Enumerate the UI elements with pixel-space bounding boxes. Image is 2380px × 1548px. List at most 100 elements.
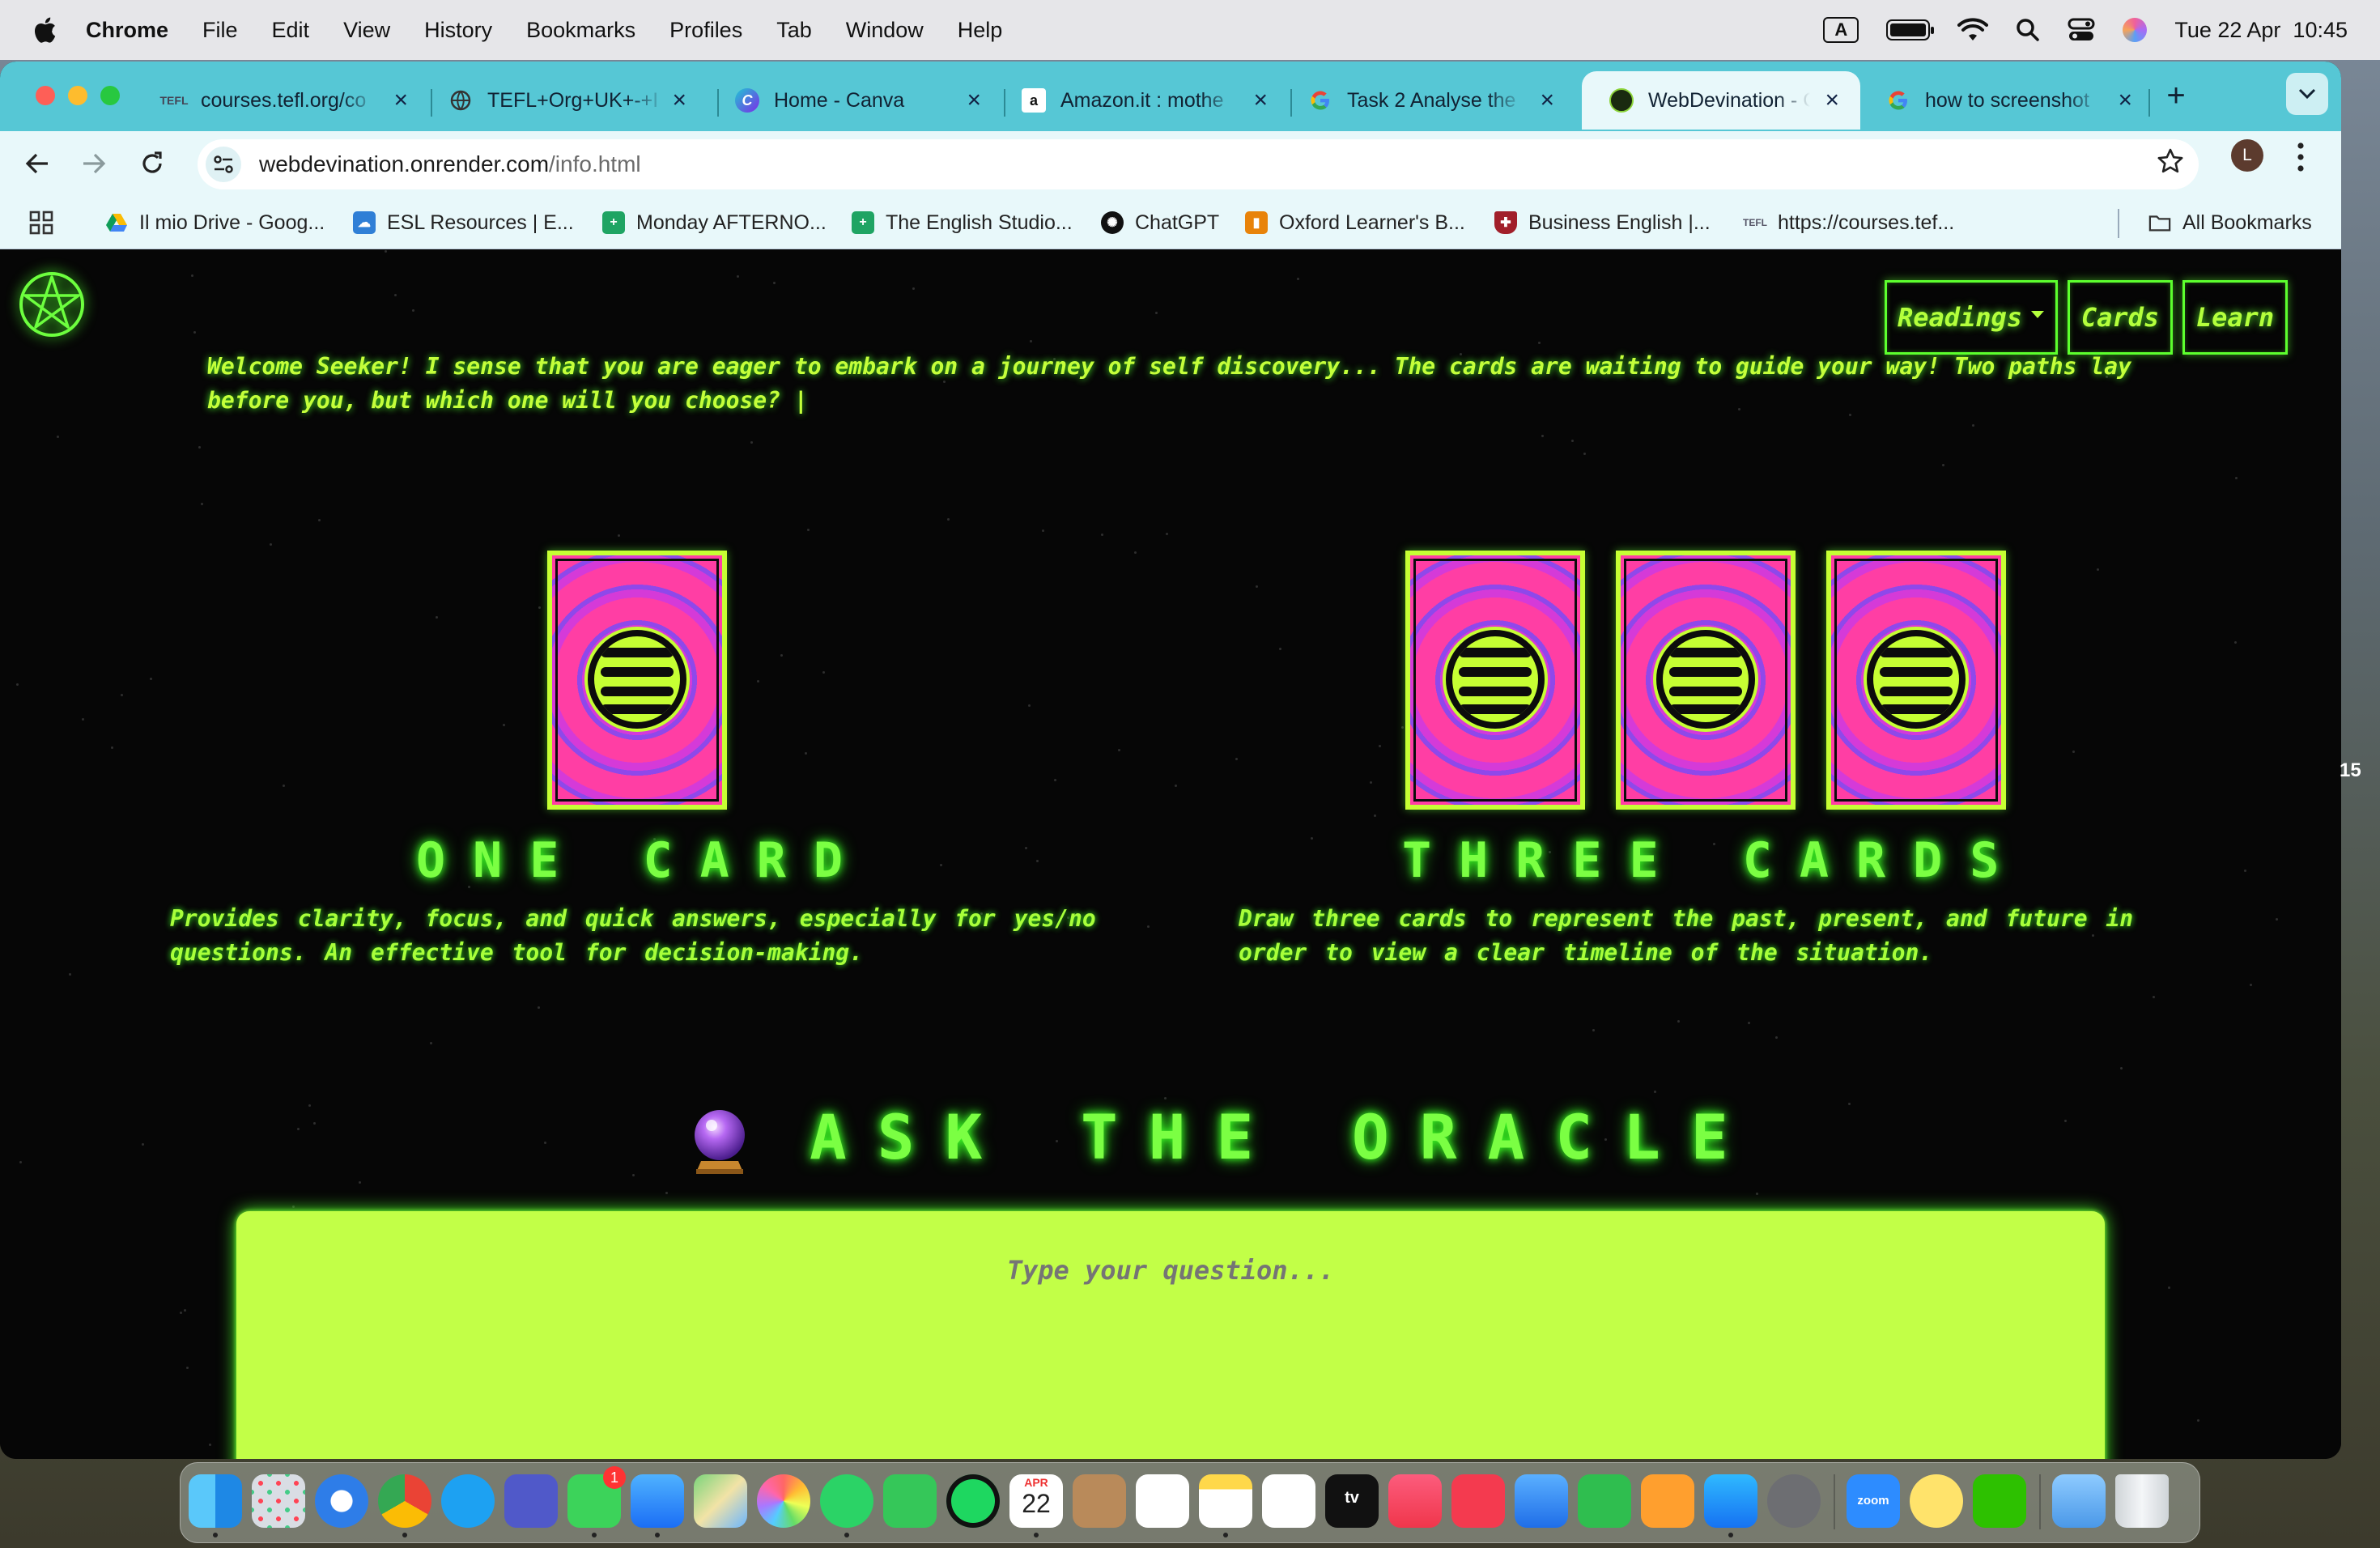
close-tab-icon[interactable]: × xyxy=(2118,87,2132,114)
safari-icon[interactable] xyxy=(315,1474,368,1528)
tab-canva[interactable]: C Home - Canva × xyxy=(708,71,1002,130)
tab-how-to-screenshot[interactable]: how to screenshot × xyxy=(1859,71,2153,130)
menu-window[interactable]: Window xyxy=(846,18,924,43)
bookmark-star-icon[interactable] xyxy=(2157,147,2184,175)
teams-icon[interactable] xyxy=(504,1474,558,1528)
freeform-icon[interactable] xyxy=(1262,1474,1315,1528)
bookmark-drive[interactable]: Il mio Drive - Goog... xyxy=(105,196,325,249)
close-tab-icon[interactable]: × xyxy=(967,87,981,114)
menu-app-name[interactable]: Chrome xyxy=(86,18,168,43)
mail-icon[interactable] xyxy=(631,1474,684,1528)
three-cards-image-present[interactable] xyxy=(1616,551,1796,810)
forward-button[interactable] xyxy=(71,141,117,186)
keynote-icon[interactable] xyxy=(1515,1474,1568,1528)
close-tab-icon[interactable]: × xyxy=(1825,87,1839,114)
menu-tab[interactable]: Tab xyxy=(776,18,812,43)
close-tab-icon[interactable]: × xyxy=(672,87,686,114)
zoom-window-button[interactable] xyxy=(100,86,120,105)
wechat-icon[interactable] xyxy=(1973,1474,2026,1528)
notes-icon[interactable] xyxy=(1199,1474,1252,1528)
menu-view[interactable]: View xyxy=(343,18,390,43)
close-tab-icon[interactable]: × xyxy=(393,87,408,114)
webdevination-icon xyxy=(1609,88,1634,113)
apps-grid-button[interactable] xyxy=(29,196,53,249)
wifi-icon[interactable] xyxy=(1957,18,1989,42)
star-dot xyxy=(503,724,505,726)
bookmark-english-studio[interactable]: + The English Studio... xyxy=(852,196,1073,249)
photos-icon[interactable] xyxy=(757,1474,810,1528)
pentagram-logo-icon[interactable] xyxy=(18,270,86,338)
input-source-indicator[interactable]: A xyxy=(1823,17,1859,43)
battery-icon[interactable] xyxy=(1886,19,1935,40)
close-tab-icon[interactable]: × xyxy=(1253,87,1268,114)
tips-icon[interactable] xyxy=(1910,1474,1963,1528)
maps-icon[interactable] xyxy=(694,1474,747,1528)
numbers-icon[interactable] xyxy=(1578,1474,1631,1528)
siri-icon[interactable] xyxy=(2123,18,2148,42)
site-info-icon[interactable] xyxy=(206,147,241,182)
chrome-icon[interactable] xyxy=(378,1474,431,1528)
nav-readings-dropdown[interactable]: Readings xyxy=(1885,280,2058,355)
bookmark-tefl-courses[interactable]: TEFL https://courses.tef... xyxy=(1743,196,1954,249)
profile-avatar[interactable]: L xyxy=(2231,139,2263,172)
reload-button[interactable] xyxy=(130,141,175,186)
menu-bookmarks[interactable]: Bookmarks xyxy=(526,18,635,43)
trash-icon[interactable] xyxy=(2115,1474,2169,1528)
apple-logo-icon[interactable] xyxy=(32,16,57,44)
spotlight-search-icon[interactable] xyxy=(2016,18,2040,42)
tab-webdevination[interactable]: WebDevination - C × xyxy=(1582,71,1860,130)
all-bookmarks-button[interactable]: All Bookmarks xyxy=(2148,196,2312,249)
address-bar[interactable]: webdevination.onrender.com/info.html xyxy=(198,139,2199,189)
three-cards-title[interactable]: THREE CARDS xyxy=(1402,832,2017,889)
close-tab-icon[interactable]: × xyxy=(1540,87,1554,114)
news-icon[interactable] xyxy=(1451,1474,1505,1528)
whatsapp-icon[interactable] xyxy=(820,1474,873,1528)
url-host: webdevination.onrender.com xyxy=(259,151,550,176)
back-button[interactable] xyxy=(15,141,60,186)
pages-icon[interactable] xyxy=(1641,1474,1694,1528)
bookmark-chatgpt[interactable]: ✺ ChatGPT xyxy=(1101,196,1219,249)
spotify-icon[interactable] xyxy=(946,1474,1000,1528)
menu-file[interactable]: File xyxy=(202,18,238,43)
menu-edit[interactable]: Edit xyxy=(272,18,310,43)
reminders-icon[interactable] xyxy=(1136,1474,1189,1528)
music-icon[interactable] xyxy=(1388,1474,1442,1528)
system-settings-icon[interactable] xyxy=(1767,1474,1821,1528)
tefl-icon: TEFL xyxy=(1743,217,1767,228)
bookmark-oxford-learners[interactable]: ▮ Oxford Learner's B... xyxy=(1245,196,1465,249)
finder-icon[interactable] xyxy=(189,1474,242,1528)
menu-history[interactable]: History xyxy=(424,18,492,43)
nav-learn-link[interactable]: Learn xyxy=(2182,280,2288,355)
bookmark-business-english[interactable]: ✚ Business English |... xyxy=(1494,196,1711,249)
more-menu-icon[interactable] xyxy=(2294,141,2307,173)
new-tab-button[interactable]: + xyxy=(2158,78,2194,114)
minimize-window-button[interactable] xyxy=(68,86,87,105)
oracle-question-input[interactable] xyxy=(236,1255,2105,1286)
launchpad-icon[interactable] xyxy=(252,1474,305,1528)
nav-cards-link[interactable]: Cards xyxy=(2068,280,2173,355)
menu-help[interactable]: Help xyxy=(958,18,1003,43)
bookmark-label: ChatGPT xyxy=(1135,211,1220,234)
tab-tefl-courses[interactable]: TEFL courses.tefl.org/co × xyxy=(134,71,429,130)
three-cards-image-future[interactable] xyxy=(1826,551,2006,810)
control-center-icon[interactable] xyxy=(2068,18,2095,42)
app-store-icon[interactable] xyxy=(1704,1474,1757,1528)
one-card-title[interactable]: ONE CARD xyxy=(416,832,853,889)
one-card-image[interactable] xyxy=(547,551,727,810)
star-dot xyxy=(773,282,776,284)
menu-clock[interactable]: Tue 22 Apr 10:45 xyxy=(2174,18,2348,43)
menu-profiles[interactable]: Profiles xyxy=(669,18,742,43)
bookmark-esl-resources[interactable]: ☁ ESL Resources | E... xyxy=(353,196,574,249)
skype-icon[interactable] xyxy=(441,1474,495,1528)
browser-toolbar: webdevination.onrender.com/info.html L xyxy=(0,131,2341,196)
tab-search-button[interactable] xyxy=(2286,73,2328,115)
tab-task-2[interactable]: Task 2 Analyse the × xyxy=(1281,71,1575,130)
downloads-folder-icon[interactable] xyxy=(2052,1474,2106,1528)
three-cards-image-past[interactable] xyxy=(1405,551,1585,810)
tab-tefl-org[interactable]: TEFL+Org+UK+-+I × xyxy=(421,71,708,130)
close-window-button[interactable] xyxy=(36,86,55,105)
contacts-icon[interactable] xyxy=(1073,1474,1126,1528)
facetime-icon[interactable] xyxy=(883,1474,937,1528)
tab-amazon[interactable]: a Amazon.it : mothe × xyxy=(994,71,1289,130)
bookmark-monday-afternoon[interactable]: + Monday AFTERNO... xyxy=(602,196,827,249)
